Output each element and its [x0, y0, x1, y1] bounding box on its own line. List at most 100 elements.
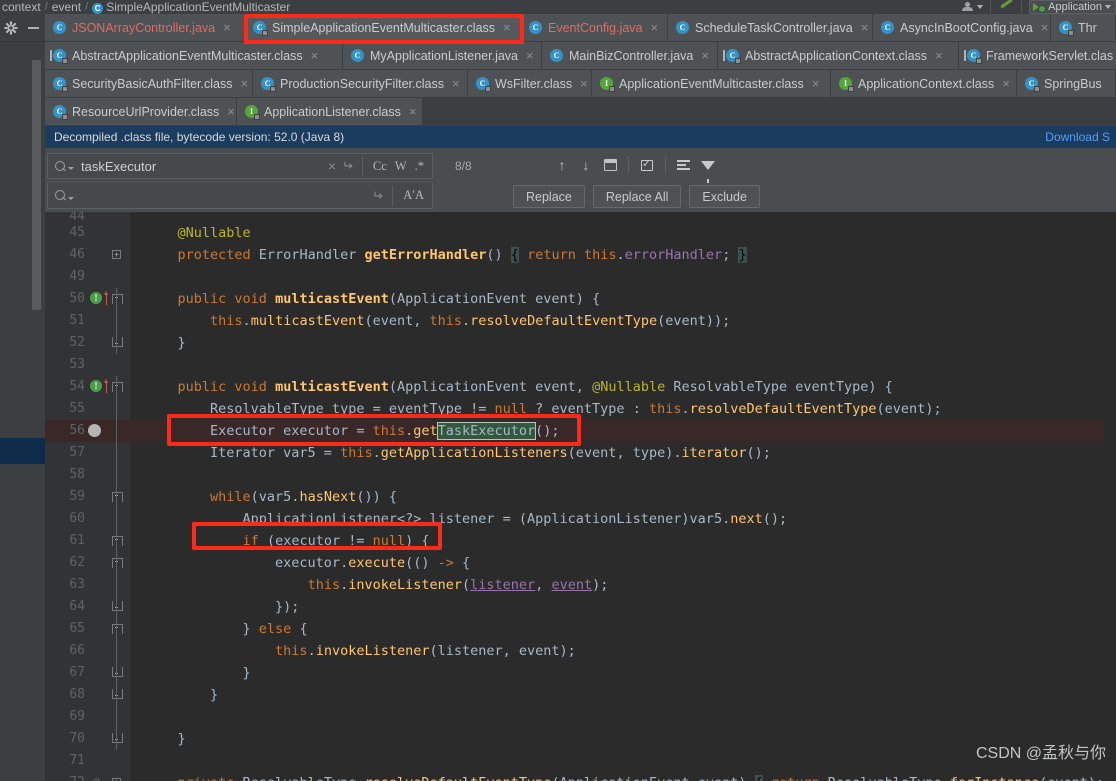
filter-button[interactable]	[696, 154, 720, 183]
tab-abstractapplicationcontext-class[interactable]: C AbstractApplicationContext.class ×	[718, 42, 959, 69]
code-line-71[interactable]: 71	[45, 750, 1116, 772]
code-line-51[interactable]: 51 this.multicastEvent(event, this.resol…	[45, 310, 1116, 332]
code-line-44[interactable]: 44	[45, 212, 1116, 222]
tab-wsfilter-class[interactable]: C WsFilter.class ×	[468, 70, 592, 97]
previous-match-button[interactable]: ↑	[550, 154, 574, 176]
match-case-toggle[interactable]: Cc	[369, 159, 391, 174]
preview-button[interactable]	[598, 154, 622, 176]
words-toggle[interactable]: W	[391, 159, 411, 174]
tab-close-icon[interactable]: ×	[503, 21, 511, 34]
tab-close-icon[interactable]: ×	[812, 77, 820, 90]
tab-myapplicationlistener-java[interactable]: C MyApplicationListener.java ×	[343, 42, 542, 69]
replace-all-button[interactable]: Replace All	[592, 185, 682, 208]
code-line-56[interactable]: 56 Executor executor = this.getTaskExecu…	[45, 420, 1116, 442]
editor-scroll-rail[interactable]	[1104, 212, 1116, 781]
search-field[interactable]: taskExecutor × ↵ Cc W .*	[47, 153, 433, 179]
profile-selector-button[interactable]	[962, 0, 984, 14]
code-line-54[interactable]: 54! public void multicastEvent(Applicati…	[45, 376, 1116, 398]
code-line-53[interactable]: 53	[45, 354, 1116, 376]
tab-jsonarraycontroller-java[interactable]: C JSONArrayController.java ×	[45, 14, 245, 41]
next-match-button[interactable]: ↓	[574, 154, 598, 176]
vertical-scrollbar[interactable]	[32, 60, 41, 310]
tab-thr[interactable]: C Thr	[1051, 14, 1116, 41]
code-line-69[interactable]: 69	[45, 706, 1116, 728]
build-button[interactable]	[998, 0, 1014, 14]
code-line-67[interactable]: 67 }	[45, 662, 1116, 684]
minimize-icon[interactable]	[27, 21, 40, 34]
code-line-52[interactable]: 52 }	[45, 332, 1116, 354]
code-line-49[interactable]: 49	[45, 266, 1116, 288]
override-arrow-icon[interactable]	[104, 291, 109, 306]
tab-close-icon[interactable]: ×	[409, 105, 417, 118]
code-line-72[interactable]: 72@+ private ResolvableType resolveDefau…	[45, 772, 1116, 781]
run-method-icon[interactable]: !	[90, 380, 102, 392]
code-fold-icon[interactable]: +	[112, 250, 121, 259]
breadcrumb-item-class[interactable]: SimpleApplicationEventMulticaster	[106, 1, 290, 14]
run-method-icon[interactable]: @	[90, 776, 102, 781]
breadcrumb-item-context[interactable]: context	[2, 1, 41, 14]
tab-close-icon[interactable]: ×	[861, 21, 869, 34]
tab-applicationcontext-class[interactable]: I ApplicationContext.class ×	[831, 70, 1017, 97]
tab-applicationlistener-class[interactable]: I ApplicationListener.class ×	[237, 98, 423, 125]
code-line-55[interactable]: 55 ResolvableType type = eventType != nu…	[45, 398, 1116, 420]
override-arrow-icon[interactable]	[104, 379, 109, 394]
tab-close-icon[interactable]: ×	[240, 77, 248, 90]
tab-scheduletaskcontroller-java[interactable]: C ScheduleTaskController.java ×	[668, 14, 873, 41]
code-line-68[interactable]: 68 }	[45, 684, 1116, 706]
breakpoint-icon[interactable]	[88, 424, 101, 437]
search-input[interactable]: taskExecutor	[81, 159, 328, 174]
code-line-63[interactable]: 63 this.invokeListener(listener, event);	[45, 574, 1116, 596]
in-selection-button[interactable]	[672, 154, 696, 176]
tab-mainbizcontroller-java[interactable]: C MainBizController.java ×	[542, 42, 718, 69]
download-sources-link[interactable]: Download S	[1045, 130, 1110, 144]
tab-close-icon[interactable]: ×	[651, 21, 659, 34]
preserve-case-toggle[interactable]: AʹA	[399, 188, 428, 203]
tab-close-icon[interactable]: ×	[935, 49, 943, 62]
chevron-down-icon[interactable]	[68, 196, 74, 200]
code-line-57[interactable]: 57 Iterator var5 = this.getApplicationLi…	[45, 442, 1116, 464]
run-method-icon[interactable]: !	[90, 292, 102, 304]
search-history-icon[interactable]: ↵	[342, 158, 353, 174]
tab-resourceurlprovider-class[interactable]: C ResourceUrlProvider.class ×	[45, 98, 237, 125]
tab-securitybasicauthfilter-class[interactable]: C SecurityBasicAuthFilter.class ×	[45, 70, 253, 97]
tab-close-icon[interactable]: ×	[311, 49, 319, 62]
code-line-60[interactable]: 60 ApplicationListener<?> listener = (Ap…	[45, 508, 1116, 530]
tab-close-icon[interactable]: ×	[580, 77, 588, 90]
code-line-46[interactable]: 46 + protected ErrorHandler getErrorHandl…	[45, 244, 1116, 266]
tab-close-icon[interactable]: ×	[1041, 21, 1049, 34]
tab-close-icon[interactable]: ×	[452, 77, 460, 90]
tab-close-icon[interactable]: ×	[227, 105, 235, 118]
code-line-59[interactable]: 59 while(var5.hasNext()) {	[45, 486, 1116, 508]
replace-history-icon[interactable]: ↵	[372, 188, 383, 204]
replace-button[interactable]: Replace	[513, 185, 585, 208]
tab-productionsecurityfilter-class[interactable]: C ProductionSecurityFilter.class ×	[253, 70, 468, 97]
replace-field[interactable]: ↵ AʹA	[47, 183, 433, 209]
tab-close-icon[interactable]: ×	[701, 49, 709, 62]
regex-toggle[interactable]: .*	[411, 159, 428, 174]
code-line-61[interactable]: 61 if (executor != null) {	[45, 530, 1116, 552]
code-line-66[interactable]: 66 this.invokeListener(listener, event);	[45, 640, 1116, 662]
code-line-62[interactable]: 62 executor.execute(() -> {	[45, 552, 1116, 574]
chevron-down-icon[interactable]	[68, 167, 74, 170]
gear-icon[interactable]	[4, 20, 18, 35]
code-line-58[interactable]: 58	[45, 464, 1116, 486]
tab-eventconfig-java[interactable]: C EventConfig.java ×	[521, 14, 668, 41]
code-line-70[interactable]: 70 }	[45, 728, 1116, 750]
tab-close-icon[interactable]: ×	[526, 49, 534, 62]
tab-asyncinbootconfig-java[interactable]: C AsyncInBootConfig.java ×	[873, 14, 1051, 41]
exclude-button[interactable]: Exclude	[689, 185, 760, 208]
code-line-65[interactable]: 65 } else {	[45, 618, 1116, 640]
code-line-64[interactable]: 64 });	[45, 596, 1116, 618]
tab-simpleapplicationeventmulticaster-class[interactable]: C SimpleApplicationEventMulticaster.class…	[245, 14, 521, 41]
tab-frameworkservlet-clas[interactable]: C FrameworkServlet.clas	[959, 42, 1116, 69]
code-editor[interactable]: 44 45 @Nullable 46 + protected ErrorHandler…	[45, 212, 1116, 781]
tab-close-icon[interactable]: ×	[223, 21, 231, 34]
select-all-occurrences-button[interactable]	[635, 154, 659, 176]
tab-springbus[interactable]: C SpringBus	[1017, 70, 1116, 97]
tab-close-icon[interactable]: ×	[1002, 77, 1010, 90]
tab-applicationeventmulticaster-class[interactable]: I ApplicationEventMulticaster.class ×	[592, 70, 831, 97]
code-line-45[interactable]: 45 @Nullable	[45, 222, 1116, 244]
run-configuration-selector[interactable]: Application	[1029, 0, 1116, 14]
breadcrumb-item-event[interactable]: event	[52, 1, 81, 14]
tab-abstractapplicationeventmulticaster-class[interactable]: C AbstractApplicationEventMulticaster.cla…	[45, 42, 343, 69]
